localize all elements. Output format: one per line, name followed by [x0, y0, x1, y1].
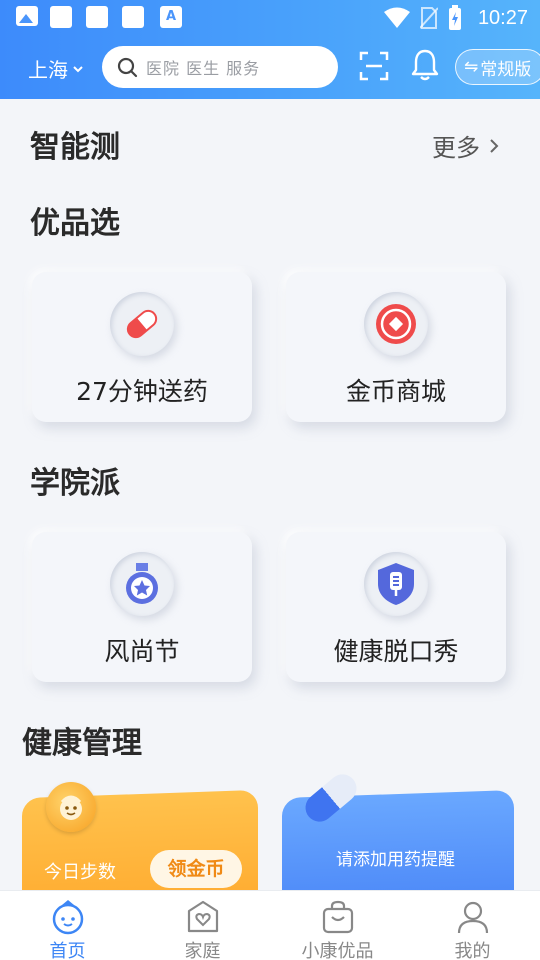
city-selector[interactable]: 上海: [28, 54, 84, 83]
bottom-tab-bar: 首页 家庭 小康优品 我的: [0, 890, 540, 960]
city-label: 上海: [28, 58, 68, 82]
section-title-premium: 优品选: [30, 206, 120, 241]
section-title-health: 健康管理: [22, 726, 142, 761]
card-medicine-delivery[interactable]: 27分钟送药: [32, 272, 252, 422]
input-method-icon: A: [160, 6, 182, 28]
coin-target-icon: [364, 292, 428, 356]
card-label: 27分钟送药: [76, 377, 208, 406]
search-icon: [117, 57, 138, 78]
top-header: A 10:27 上海 医院 医生 服务 ⇋ 常规版: [0, 0, 540, 99]
bell-icon[interactable]: [410, 48, 440, 82]
home-face-icon: [52, 900, 83, 935]
section-title-smart-test: 智能测: [30, 130, 120, 165]
mode-switch-label: 常规版: [480, 59, 532, 80]
notification-icon: [50, 6, 72, 28]
medal-icon: [110, 552, 174, 616]
card-label: 金币商城: [345, 377, 446, 406]
tab-label: 家庭: [184, 941, 221, 960]
coin-mascot-icon: [46, 782, 96, 832]
more-label: 更多: [432, 134, 480, 162]
tab-mine[interactable]: 我的: [405, 891, 540, 960]
chevron-right-icon: [490, 138, 499, 153]
more-link[interactable]: 更多: [432, 128, 500, 163]
battery-charging-icon: [448, 5, 462, 31]
chevron-down-icon: [73, 65, 83, 72]
medication-reminder-label: 请添加用药提醒: [336, 850, 455, 870]
tab-label: 我的: [454, 941, 491, 960]
tab-xiaokang-mall[interactable]: 小康优品: [270, 891, 405, 960]
pill-icon: [110, 292, 174, 356]
search-input[interactable]: 医院 医生 服务: [102, 46, 338, 88]
shopping-bag-icon: [322, 900, 353, 934]
switch-icon: ⇋: [464, 57, 479, 77]
tab-label: 首页: [49, 941, 86, 960]
clock: 10:27: [477, 6, 528, 29]
gallery-notification-icon: [16, 6, 38, 26]
tab-label: 小康优品: [301, 941, 374, 960]
tab-family[interactable]: 家庭: [135, 891, 270, 960]
user-icon: [457, 901, 488, 934]
card-label: 健康脱口秀: [333, 637, 459, 666]
microphone-shield-icon: [364, 552, 428, 616]
wifi-icon: [383, 7, 410, 29]
section-title-academy: 学院派: [30, 466, 120, 501]
no-sim-icon: [419, 6, 438, 30]
card-health-talk-show[interactable]: 健康脱口秀: [286, 532, 506, 682]
notification-icon: [122, 6, 144, 28]
steps-label: 今日步数: [44, 862, 116, 883]
tab-home[interactable]: 首页: [0, 891, 135, 960]
status-bar: A 10:27: [0, 0, 540, 36]
search-placeholder: 医院 医生 服务: [146, 59, 261, 78]
claim-coins-button[interactable]: 领金币: [150, 850, 242, 888]
card-label: 风尚节: [104, 637, 180, 666]
card-fashion-festival[interactable]: 风尚节: [32, 532, 252, 682]
notification-icon: [86, 6, 108, 28]
scan-icon[interactable]: [358, 50, 390, 82]
card-coin-mall[interactable]: 金币商城: [286, 272, 506, 422]
family-heart-icon: [187, 900, 218, 933]
mode-switch-button[interactable]: ⇋ 常规版: [455, 49, 540, 85]
